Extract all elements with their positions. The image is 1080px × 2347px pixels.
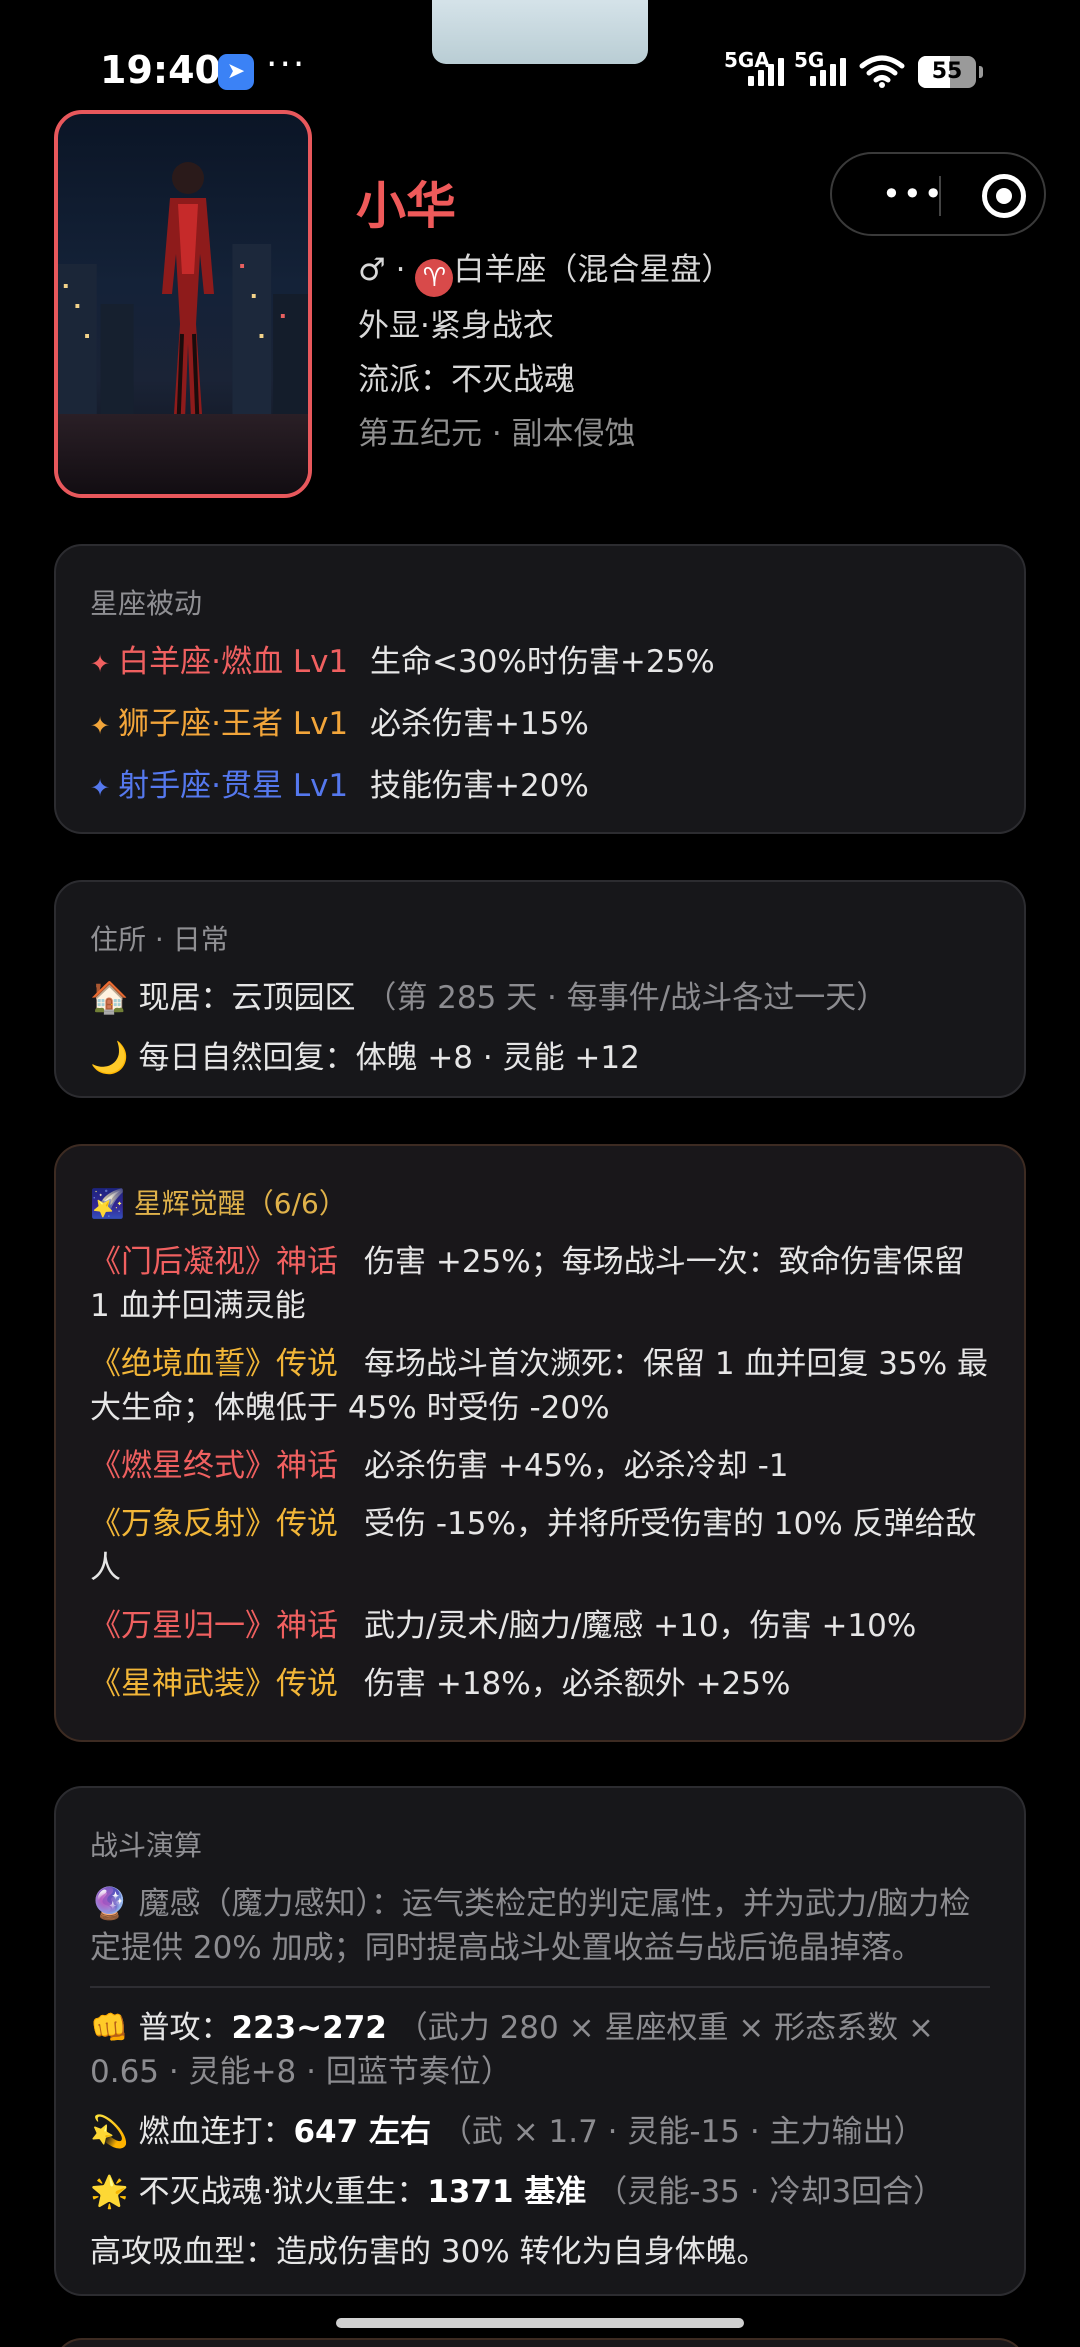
constellation-passive-card: 星座被动 ✦ 白羊座·燃血 Lv1 生命<30%时伤害+25% ✦ 狮子座·王者 Lv…	[54, 544, 1026, 834]
hero-figure-image	[162, 162, 214, 444]
signal-bars-2-icon	[810, 58, 846, 86]
school-line: 流派：不灭战魂	[358, 362, 575, 398]
signal-bars-1-icon	[748, 58, 784, 86]
capsule-divider	[939, 176, 941, 216]
battery-percent: 55	[931, 59, 963, 84]
awakening-name: 《绝境血誓》传说	[90, 1346, 338, 1382]
magic-sense-note: 🔮 魔感（魔力感知）：运气类检定的判定属性，并为武力/脑力检定提供 20% 加成…	[90, 1886, 971, 1966]
passive-row: ✦ 狮子座·王者 Lv1 必杀伤害+15%	[90, 702, 990, 748]
glowing-star-icon: 🌟	[90, 2174, 129, 2210]
lifesteal-row: 高攻吸血型：造成伤害的 30% 转化为自身体魄。	[90, 2234, 768, 2270]
awakening-effect: 伤害 +18%，必杀额外 +25%	[364, 1666, 791, 1702]
awakening-name: 《星神武装》传说	[90, 1666, 338, 1702]
passive-name: ✦ 白羊座·燃血 Lv1	[90, 640, 370, 686]
home-label: 现居：云顶园区	[138, 980, 356, 1016]
awakening-name: 《万星归一》神话	[90, 1608, 338, 1644]
fist-icon: 👊	[90, 2010, 129, 2046]
passive-name: ✦ 射手座·贯星 Lv1	[90, 764, 370, 810]
miniprogram-capsule: •••	[830, 152, 1046, 236]
awakening-list: 《门后凝视》神话 伤害 +25%；每场战斗一次：致命伤害保留 1 血并回满灵能 《绝…	[90, 1240, 990, 1706]
awakening-item: 《绝境血誓》传说 每场战斗首次濒死：保留 1 血并回复 35% 最大生命；体魄低于…	[90, 1342, 990, 1430]
reflective-floor-image	[58, 414, 308, 494]
aries-icon: ♈	[415, 259, 454, 297]
more-dots-icon[interactable]: •••	[882, 178, 945, 210]
awakening-item: 《门后凝视》神话 伤害 +25%；每场战斗一次：致命伤害保留 1 血并回满灵能	[90, 1240, 990, 1328]
ultimate-row: 🌟 不灭战魂·狱火重生：1371 基准 （灵能-35 · 冷却3回合）	[90, 2174, 945, 2210]
battery-icon: 55	[918, 56, 983, 88]
app-notification-icon: ➤	[218, 54, 254, 90]
gender-constellation-line: ♂ · ♈ 白羊座（混合星盘）	[358, 244, 732, 297]
attack-value: 223~272	[231, 2010, 387, 2046]
passive-effect: 技能伤害+20%	[370, 768, 589, 804]
awakening-item: 《万象反射》传说 受伤 -15%，并将所受伤害的 10% 反弹给敌人	[90, 1502, 990, 1590]
target-close-icon[interactable]	[982, 174, 1026, 218]
awakening-effect: 必杀伤害 +45%，必杀冷却 -1	[364, 1448, 789, 1484]
awakening-effect: 武力/灵术/脑力/魔感 +10，伤害 +10%	[364, 1608, 917, 1644]
ultimate-value: 1371 基准	[427, 2174, 587, 2210]
shooting-star-icon: 🌠	[90, 1187, 125, 1220]
awakening-name: 《万象反射》传说	[90, 1506, 338, 1542]
wifi-icon	[859, 55, 905, 88]
constellation-label: 白羊座（混合星盘）	[453, 252, 733, 288]
residence-row: 🏠 现居：云顶园区 （第 285 天 · 每事件/战斗各过一天）	[90, 976, 990, 1020]
crystal-ball-icon: 🔮	[90, 1886, 129, 1922]
awakening-item: 《燃星终式》神话 必杀伤害 +45%，必杀冷却 -1	[90, 1444, 990, 1488]
appearance-line: 外显·紧身战衣	[358, 308, 554, 344]
recover-text: 每日自然回复：体魄 +8 · 灵能 +12	[138, 1040, 640, 1076]
dizzy-icon: 💫	[90, 2114, 129, 2150]
camera-notch	[432, 0, 648, 64]
residence-card: 住所 · 日常 🏠 现居：云顶园区 （第 285 天 · 每事件/战斗各过一天）…	[54, 880, 1026, 1098]
awakening-item: 《星神武装》传说 伤害 +18%，必杀额外 +25%	[90, 1662, 990, 1706]
four-point-star-icon: ✦	[90, 774, 111, 802]
card-title: 🌠 星辉觉醒（6/6）	[90, 1182, 990, 1222]
attack-row: 👊 普攻：223~272 （武力 280 × 星座权重 × 形态系数 × 0.6…	[90, 2010, 934, 2090]
awakening-item: 《万星归一》神话 武力/灵术/脑力/魔感 +10，伤害 +10%	[90, 1604, 990, 1648]
awakening-name: 《燃星终式》神话	[90, 1448, 338, 1484]
recover-row: 🌙 每日自然回复：体魄 +8 · 灵能 +12	[90, 1036, 990, 1080]
character-name: 小华	[356, 177, 456, 235]
combat-calc-card: 战斗演算 🔮 魔感（魔力感知）：运气类检定的判定属性，并为武力/脑力检定提供 2…	[54, 1786, 1026, 2296]
card-title: 战斗演算	[90, 1829, 203, 1862]
card-title: 星座被动	[90, 587, 203, 620]
era-line: 第五纪元 · 副本侵蚀	[358, 416, 636, 452]
four-point-star-icon: ✦	[90, 650, 111, 678]
four-point-star-icon: ✦	[90, 712, 111, 740]
status-time: 19:40	[100, 48, 221, 92]
home-indicator[interactable]	[336, 2318, 744, 2328]
divider	[90, 1986, 990, 1988]
passive-row: ✦ 射手座·贯星 Lv1 技能伤害+20%	[90, 764, 990, 810]
house-icon: 🏠	[90, 980, 129, 1016]
passive-effect: 必杀伤害+15%	[370, 706, 589, 742]
home-note: （第 285 天 · 每事件/战斗各过一天）	[365, 980, 888, 1016]
passive-name: ✦ 狮子座·王者 Lv1	[90, 702, 370, 748]
combo-value: 647 左右	[293, 2114, 431, 2150]
passive-row: ✦ 白羊座·燃血 Lv1 生命<30%时伤害+25%	[90, 640, 990, 686]
card-title: 住所 · 日常	[90, 923, 229, 956]
combo-row: 💫 燃血连打：647 左右 （武 × 1.7 · 灵能-15 · 主力输出）	[90, 2114, 925, 2150]
combo-note: （武 × 1.7 · 灵能-15 · 主力输出）	[440, 2114, 925, 2150]
passive-effect: 生命<30%时伤害+25%	[370, 644, 715, 680]
separator-dot: ·	[395, 252, 416, 288]
awakening-name: 《门后凝视》神话	[90, 1244, 338, 1280]
awakening-title: 星辉觉醒（6/6）	[133, 1187, 347, 1220]
character-portrait[interactable]	[54, 110, 312, 498]
star-awakening-card: 🌠 星辉觉醒（6/6） 《门后凝视》神话 伤害 +25%；每场战斗一次：致命伤害保…	[54, 1144, 1026, 1742]
next-card-edge	[54, 2338, 1026, 2347]
status-more-dots: ···	[266, 44, 307, 85]
moon-icon: 🌙	[90, 1040, 129, 1076]
gender-icon: ♂	[358, 252, 386, 288]
ultimate-note: （灵能-35 · 冷却3回合）	[596, 2174, 945, 2210]
